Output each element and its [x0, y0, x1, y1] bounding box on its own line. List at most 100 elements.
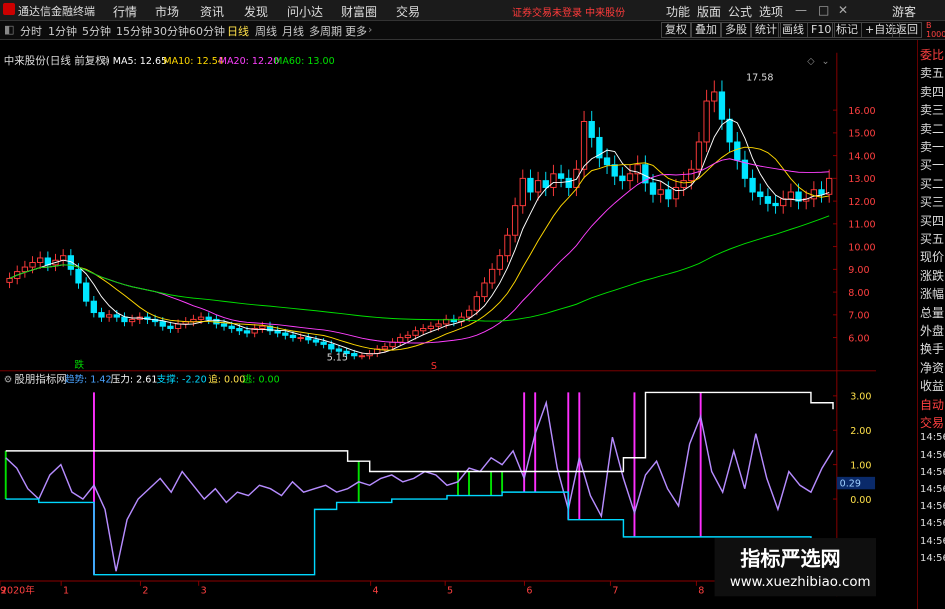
candle-body — [167, 325, 174, 329]
period-5min[interactable]: 5分钟 — [82, 23, 111, 39]
btn-biaoji[interactable]: 标记 — [832, 22, 862, 38]
candle-body — [37, 257, 44, 263]
candle-body — [420, 328, 427, 332]
maximize-icon[interactable]: □ — [818, 3, 829, 17]
subpanel-gear-icon[interactable]: ⚙ — [4, 374, 13, 385]
chase-value: 追: 0.00 — [208, 373, 245, 385]
tick-time-label: 14:56 — [920, 535, 945, 547]
watermark-title: 指标严选网 — [740, 547, 840, 571]
candle-body — [473, 296, 480, 311]
candle-body — [404, 334, 412, 339]
btn-diejia[interactable]: 叠加 — [691, 22, 721, 38]
period-weekly[interactable]: 周线 — [255, 23, 277, 39]
ma60-label: MA60: 13.00 — [274, 56, 335, 67]
period-15min[interactable]: 15分钟 — [116, 23, 152, 39]
period-monthly[interactable]: 月线 — [282, 23, 304, 39]
chart-area[interactable]: 中来股份(日线 前复权) ⚙ MA5: 12.65 MA10: 12.54 MA… — [0, 40, 876, 609]
period-toolbar: ◧ 分时 1分钟 5分钟 15分钟 30分钟 60分钟 日线 周线 月线 多周期… — [0, 21, 945, 40]
menu-jiaoyi[interactable]: 交易 — [396, 3, 420, 20]
login-notice: 证券交易未登录 中来股份 — [512, 8, 626, 19]
menu-shichang[interactable]: 市场 — [155, 3, 179, 20]
candle-body — [427, 325, 435, 329]
stock-title: 中来股份(日线 前复权) — [4, 54, 110, 67]
candle-body — [335, 348, 343, 352]
candle-body — [228, 325, 235, 329]
btn-fanhui[interactable]: 返回 — [892, 22, 922, 38]
indicator-title: 股朋指标网 — [14, 372, 67, 385]
menu-faxian[interactable]: 发现 — [244, 3, 268, 20]
menu-zixun[interactable]: 资讯 — [200, 3, 224, 20]
sidebar-toggle-icon[interactable]: ◧ — [4, 23, 14, 36]
candle-body — [519, 177, 526, 207]
quote-field-label: 买四 — [920, 213, 945, 228]
menu-gongshi[interactable]: 公式 — [728, 3, 752, 20]
btn-huaxian[interactable]: 画线 — [778, 22, 808, 38]
price-tick-label: 16.00 — [848, 106, 875, 117]
menu-wenxiaoda[interactable]: 问小达 — [287, 3, 323, 20]
menu-hangqing[interactable]: 行情 — [113, 3, 137, 20]
quote-field-label: 买五 — [920, 232, 945, 246]
candle-body — [488, 268, 496, 284]
candle-body — [220, 323, 228, 327]
more-arrow-icon[interactable]: › — [368, 23, 372, 36]
time-tick-label: 2020年 — [1, 584, 35, 596]
time-tick-label: 7 — [612, 585, 618, 596]
period-more[interactable]: 更多 — [345, 23, 367, 39]
candle-body — [381, 346, 389, 350]
btn-duogu[interactable]: 多股 — [721, 22, 751, 38]
close-icon[interactable]: ✕ — [838, 3, 848, 17]
candle-body — [205, 316, 212, 320]
candle-body — [6, 277, 13, 283]
quote-field-label: 外盘 — [920, 324, 945, 338]
period-60min[interactable]: 60分钟 — [189, 23, 225, 39]
candle-body — [466, 309, 473, 318]
collapse-icon[interactable]: ⌄ — [822, 56, 830, 67]
candle-body — [397, 337, 404, 343]
price-tick-label: 7.00 — [848, 311, 869, 322]
candle-body — [412, 330, 419, 336]
quote-field-label: 净资 — [920, 360, 945, 375]
period-30min[interactable]: 30分钟 — [153, 23, 189, 39]
menu-xuanxiang[interactable]: 选项 — [759, 3, 783, 20]
price-tick-label: 8.00 — [848, 288, 869, 299]
watermark-url: www.xuezhibiao.com — [730, 575, 871, 590]
app-title: 通达信金融终端 — [18, 5, 95, 18]
candle-body — [128, 318, 136, 323]
settings-gear-icon[interactable]: ⚙ — [100, 56, 109, 67]
candle-body — [159, 321, 166, 327]
menu-caifuquan[interactable]: 财富圈 — [341, 3, 377, 20]
candle-body — [680, 180, 687, 188]
period-1min[interactable]: 1分钟 — [48, 23, 77, 39]
quote-field-label: 卖二 — [920, 121, 945, 136]
candle-body — [695, 141, 703, 170]
candle-body — [573, 168, 580, 188]
tick-time-label: 14:56 — [920, 484, 945, 495]
menu-banmian[interactable]: 版面 — [697, 3, 721, 20]
quote-field-label: 涨幅 — [920, 287, 945, 302]
candle-body — [113, 314, 120, 318]
period-multi[interactable]: 多周期 — [309, 23, 342, 39]
menu-gongneng[interactable]: 功能 — [666, 3, 690, 20]
btn-fuquan[interactable]: 复权 — [661, 22, 691, 38]
period-fenshi[interactable]: 分时 — [20, 23, 42, 39]
guest-label[interactable]: 游客 — [892, 3, 916, 20]
btn-tongji[interactable]: 统计 — [751, 22, 781, 38]
minimize-icon[interactable]: — — [795, 3, 807, 17]
period-daily[interactable]: 日线 — [227, 23, 249, 39]
candle-body — [389, 341, 396, 348]
menu-bar: 通达信金融终端 行情 市场 资讯 发现 问小达 财富圈 交易 证券交易未登录 中… — [0, 0, 945, 21]
diamond-icon[interactable]: ◇ — [807, 56, 815, 67]
candle-body — [75, 268, 82, 284]
indicator-tick-label: 1.00 — [850, 460, 871, 471]
ma20-label: MA20: 12.20 — [219, 56, 279, 67]
candle-body — [580, 121, 588, 170]
trend-value: 趋势: 1.42 — [65, 373, 112, 385]
price-tick-label: 9.00 — [848, 265, 869, 276]
candle-body — [259, 325, 266, 329]
candle-body — [726, 118, 733, 143]
time-tick-label: 6 — [526, 585, 532, 596]
quote-field-label: 买三 — [920, 195, 945, 210]
escape-value: 逃: 0.00 — [243, 373, 280, 385]
fall-marker: 跌 — [75, 359, 85, 371]
candle-body — [358, 355, 366, 358]
